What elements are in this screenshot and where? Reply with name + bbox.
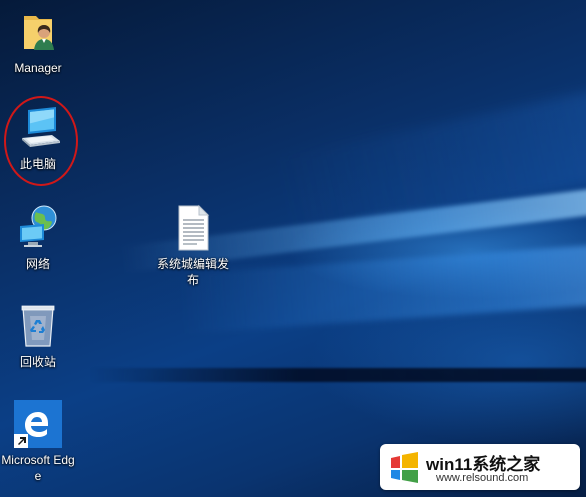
user-folder-icon	[14, 8, 62, 56]
desktop-icon-label: 网络	[25, 257, 50, 271]
desktop-icon-label: Microsoft Edge	[1, 453, 75, 483]
desktop-icon-network[interactable]: 网络	[0, 204, 76, 272]
watermark-url: www.relsound.com	[436, 472, 529, 484]
desktop[interactable]: Manager 此电脑 网络 回收站 Microsoft Edge 系统城编辑发…	[0, 0, 586, 497]
desktop-icon-manager[interactable]: Manager	[0, 8, 76, 76]
desktop-icon-recycle-bin[interactable]: 回收站	[0, 302, 76, 370]
edge-shortcut-icon	[14, 400, 62, 448]
desktop-icon-microsoft-edge[interactable]: Microsoft Edge	[0, 400, 76, 484]
windows-logo-icon	[388, 450, 422, 484]
desktop-icon-label: 系统城编辑发布	[156, 257, 229, 287]
network-icon	[14, 204, 62, 252]
text-document-icon	[169, 204, 217, 252]
desktop-icon-text-document[interactable]: 系统城编辑发布	[155, 204, 231, 288]
wallpaper-light-beam	[178, 242, 586, 334]
desktop-icon-label: Manager	[14, 61, 62, 75]
wallpaper-shadow-band	[90, 368, 586, 382]
watermark-badge: win11系统之家 www.relsound.com	[380, 444, 580, 490]
desktop-icon-label: 回收站	[19, 355, 56, 369]
recycle-bin-icon	[14, 302, 62, 350]
highlight-circle	[4, 96, 78, 186]
wallpaper-light-beam	[274, 83, 586, 247]
